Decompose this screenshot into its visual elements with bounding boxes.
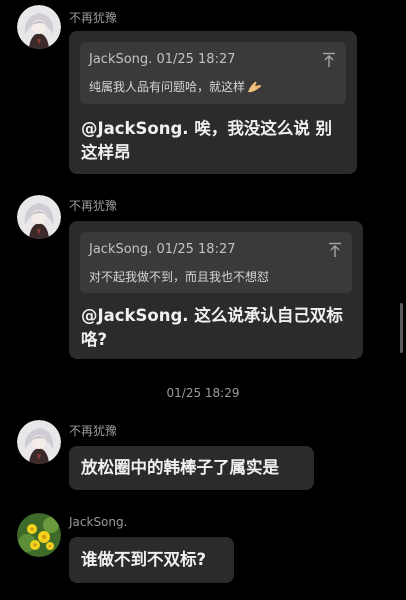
- message-text: @JackSong. 唉，我没这么说 别这样昂: [81, 119, 333, 162]
- message-text: 放松圈中的韩棒子了属实是: [81, 458, 279, 477]
- yellow-flowers-avatar-icon: [17, 513, 61, 557]
- quote-text-content: 纯属我人品有问题哈，就这样: [89, 80, 246, 94]
- anime-girl-avatar-icon: [17, 420, 61, 464]
- message-bubble[interactable]: JackSong. 01/25 18:27 对不起我做不到，而且我也不想怼 @J…: [69, 221, 363, 359]
- message-bubble[interactable]: JackSong. 01/25 18:27 纯属我人品有问题哈，就这样 @Jac…: [69, 31, 357, 174]
- sender-name: 不再犹豫: [69, 424, 118, 438]
- avatar[interactable]: [17, 195, 61, 239]
- message-2: 不再犹豫 JackSong. 01/25 18:27 对不起我做不到，而且我也不…: [0, 190, 406, 365]
- pin-top-icon[interactable]: [322, 52, 336, 68]
- quoted-message[interactable]: JackSong. 01/25 18:27 对不起我做不到，而且我也不想怼: [80, 232, 352, 293]
- folded-hands-icon: [248, 81, 261, 93]
- sender-name: 不再犹豫: [69, 199, 118, 213]
- message-text: 谁做不到不双标?: [81, 550, 207, 569]
- message-3: 不再犹豫 放松圈中的韩棒子了属实是: [0, 415, 406, 495]
- anime-girl-avatar-icon: [17, 195, 61, 239]
- sender-name: JackSong.: [69, 515, 128, 529]
- avatar[interactable]: [17, 513, 61, 557]
- pin-top-icon[interactable]: [328, 242, 342, 258]
- avatar[interactable]: [17, 420, 61, 464]
- quote-text: 纯属我人品有问题哈，就这样: [89, 78, 262, 95]
- scrollbar[interactable]: [400, 303, 403, 353]
- avatar[interactable]: [17, 5, 61, 49]
- message-4: JackSong. 谁做不到不双标?: [0, 510, 406, 595]
- message-text: @JackSong. 这么说承认自己双标咯?: [81, 306, 343, 349]
- message-1: 不再犹豫 JackSong. 01/25 18:27 纯属我人品有问题哈，就这样…: [0, 0, 406, 180]
- quote-author-time: JackSong. 01/25 18:27: [89, 52, 236, 67]
- quote-text: 对不起我做不到，而且我也不想怼: [89, 270, 270, 284]
- quote-author-time: JackSong. 01/25 18:27: [89, 242, 236, 257]
- message-bubble[interactable]: 放松圈中的韩棒子了属实是: [69, 446, 314, 490]
- message-bubble[interactable]: 谁做不到不双标?: [69, 537, 234, 583]
- timestamp-divider: 01/25 18:29: [166, 386, 240, 400]
- anime-girl-avatar-icon: [17, 5, 61, 49]
- quoted-message[interactable]: JackSong. 01/25 18:27 纯属我人品有问题哈，就这样: [80, 42, 346, 104]
- sender-name: 不再犹豫: [69, 11, 118, 25]
